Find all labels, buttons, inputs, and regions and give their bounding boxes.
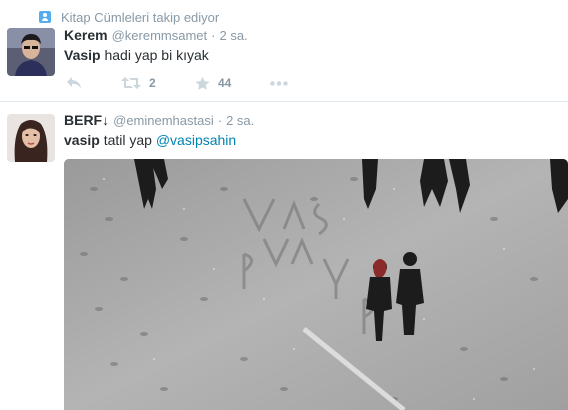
tweet-text-bold: vasip <box>64 132 100 148</box>
fullname[interactable]: BERF↓ <box>64 112 109 128</box>
tweet-text-bold: Vasip <box>64 47 101 63</box>
more-dots-icon <box>270 80 288 86</box>
star-icon <box>195 76 210 90</box>
separator: · <box>211 28 216 43</box>
follow-context: Kitap Cümleleri takip ediyor <box>39 8 219 26</box>
retweet-icon <box>121 77 141 89</box>
mention-link[interactable]: @vasipsahin <box>156 132 236 148</box>
tweet-text-rest: hadi yap bi kıyak <box>100 47 209 63</box>
tweet-text-rest: tatil yap <box>99 132 156 148</box>
person-follow-icon <box>39 11 51 23</box>
reply-icon <box>67 77 81 88</box>
avatar[interactable] <box>7 28 55 76</box>
timestamp[interactable]: 2 sa. <box>226 113 254 128</box>
avatar[interactable] <box>7 114 55 162</box>
tweet-media-photo[interactable] <box>64 159 568 410</box>
tweet-actions: 2 44 <box>64 73 324 93</box>
separator: · <box>217 113 223 128</box>
tweet-header: Kerem @keremmsamet · 2 sa. <box>64 27 248 45</box>
timestamp[interactable]: 2 sa. <box>219 28 247 43</box>
more-button[interactable] <box>270 73 288 93</box>
favorite-button[interactable]: 44 <box>195 73 231 93</box>
retweet-count: 2 <box>149 76 156 90</box>
reply-button[interactable] <box>66 73 82 93</box>
follow-context-text[interactable]: Kitap Cümleleri takip ediyor <box>61 10 219 25</box>
tweet-header: BERF↓ @eminemhastasi · 2 sa. <box>64 112 254 130</box>
favorite-count: 44 <box>218 76 232 90</box>
tweet-text: Vasip hadi yap bi kıyak <box>64 47 209 63</box>
tweet-divider <box>0 101 568 102</box>
username[interactable]: @eminemhastasi <box>113 113 214 128</box>
fullname[interactable]: Kerem <box>64 27 108 43</box>
tweet-text: vasip tatil yap @vasipsahin <box>64 132 236 148</box>
retweet-button[interactable]: 2 <box>121 73 156 93</box>
username[interactable]: @keremmsamet <box>112 28 208 43</box>
